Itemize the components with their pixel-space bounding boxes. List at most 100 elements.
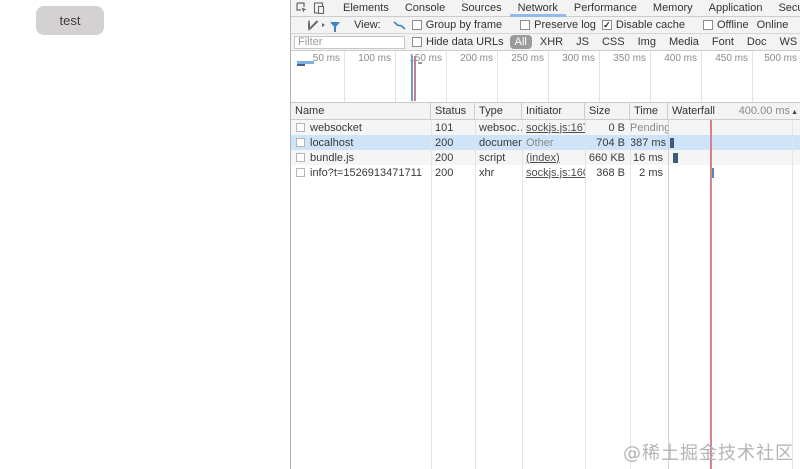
table-row-bundle-js[interactable]: bundle.js 200 script (index) 660 KB 16 m… bbox=[291, 150, 800, 165]
column-header-type[interactable]: Type bbox=[475, 103, 522, 119]
inspect-element-icon[interactable] bbox=[296, 2, 308, 14]
initiator-link[interactable]: sockjs.js:1679 bbox=[526, 122, 585, 134]
column-separator[interactable] bbox=[522, 120, 523, 469]
filter-type-doc[interactable]: Doc bbox=[742, 35, 772, 49]
preserve-log-label: Preserve log bbox=[534, 19, 596, 31]
test-button[interactable]: test bbox=[36, 6, 104, 35]
filter-type-ws[interactable]: WS bbox=[774, 35, 800, 49]
request-status: 200 bbox=[435, 166, 454, 179]
column-header-time[interactable]: Time bbox=[630, 103, 668, 119]
tab-elements[interactable]: Elements bbox=[335, 0, 397, 17]
request-size: 368 B bbox=[596, 166, 625, 179]
table-row-info[interactable]: info?t=1526913471711 200 xhr sockjs.js:1… bbox=[291, 165, 800, 180]
show-overview-icon[interactable] bbox=[393, 19, 406, 31]
tab-sources[interactable]: Sources bbox=[453, 0, 509, 17]
filter-input[interactable] bbox=[294, 35, 405, 49]
overview-tick-label: 450 ms bbox=[715, 53, 748, 64]
clear-icon[interactable] bbox=[308, 19, 310, 31]
tab-network[interactable]: Network bbox=[510, 0, 566, 17]
waterfall-cell bbox=[668, 120, 800, 135]
request-size: 0 B bbox=[608, 121, 625, 134]
column-separator[interactable] bbox=[668, 120, 669, 469]
filter-type-xhr[interactable]: XHR bbox=[535, 35, 568, 49]
tab-application[interactable]: Application bbox=[701, 0, 771, 17]
file-icon bbox=[296, 138, 305, 147]
request-initiator: sockjs.js:1601 bbox=[522, 167, 585, 179]
column-header-waterfall[interactable]: Waterfall 400.00 ms▲ bbox=[668, 103, 800, 119]
waterfall-cell bbox=[668, 150, 800, 165]
overview-tick-label: 200 ms bbox=[460, 53, 493, 64]
filter-type-all[interactable]: All bbox=[509, 35, 532, 49]
request-name: bundle.js bbox=[310, 151, 355, 164]
waterfall-bar bbox=[670, 137, 674, 148]
tab-security[interactable]: Security bbox=[770, 0, 800, 17]
initiator-link[interactable]: (index) bbox=[526, 152, 560, 164]
request-type: document bbox=[479, 136, 522, 149]
column-separator[interactable] bbox=[630, 120, 631, 469]
dom-content-loaded-line bbox=[411, 56, 413, 101]
devtools-panel: Elements Console Sources Network Perform… bbox=[290, 0, 800, 469]
waterfall-cell bbox=[668, 165, 800, 180]
watermark-text: @稀土掘金技术社区 bbox=[623, 443, 794, 464]
tab-console[interactable]: Console bbox=[397, 0, 453, 17]
waterfall-cell bbox=[668, 135, 800, 150]
filter-type-img[interactable]: Img bbox=[633, 35, 661, 49]
request-status: 101 bbox=[435, 121, 454, 134]
filter-icon[interactable] bbox=[330, 22, 340, 32]
column-separator[interactable] bbox=[431, 120, 432, 469]
request-type: script bbox=[479, 151, 506, 164]
group-by-frame-label: Group by frame bbox=[425, 19, 503, 31]
device-toolbar-icon[interactable] bbox=[313, 2, 325, 14]
tab-performance[interactable]: Performance bbox=[566, 0, 645, 17]
table-row-localhost[interactable]: localhost 200 document Other 704 B 387 m… bbox=[291, 135, 800, 150]
web-page-area: test bbox=[0, 0, 290, 469]
overview-tick-label: 400 ms bbox=[664, 53, 697, 64]
initiator-link[interactable]: sockjs.js:1601 bbox=[526, 167, 585, 179]
table-row-websocket[interactable]: websocket 101 websoc… sockjs.js:1679 0 B… bbox=[291, 120, 800, 135]
column-header-size[interactable]: Size bbox=[585, 103, 630, 119]
disable-cache-checkbox[interactable]: ✓ bbox=[601, 20, 612, 30]
request-status: 200 bbox=[435, 151, 454, 164]
hide-data-urls-checkbox[interactable] bbox=[412, 37, 422, 47]
overview-request-dash bbox=[418, 62, 422, 64]
filter-type-css[interactable]: CSS bbox=[597, 35, 630, 49]
waterfall-label: Waterfall bbox=[672, 105, 715, 117]
waterfall-axis-label: 400.00 ms bbox=[738, 105, 791, 117]
waterfall-axis: 400.00 ms▲ bbox=[739, 105, 798, 119]
overview-request-bar bbox=[297, 64, 305, 66]
filter-type-media[interactable]: Media bbox=[664, 35, 704, 49]
disable-cache-label: Disable cache bbox=[615, 19, 685, 31]
overview-tick-label: 350 ms bbox=[613, 53, 646, 64]
overview-tick-label: 300 ms bbox=[562, 53, 595, 64]
sort-ascending-icon: ▲ bbox=[791, 109, 798, 116]
view-label: View: bbox=[354, 19, 381, 31]
hide-data-urls-label: Hide data URLs bbox=[426, 36, 504, 48]
network-filterbar: Hide data URLs All XHR JS CSS Img Media … bbox=[291, 34, 800, 51]
requests-table: Name Status Type Initiator Size Time Wat… bbox=[291, 103, 800, 469]
request-time: Pending bbox=[630, 121, 668, 134]
column-header-initiator[interactable]: Initiator bbox=[522, 103, 585, 119]
throttling-dropdown[interactable]: Online bbox=[757, 19, 789, 31]
network-overview-timeline[interactable]: 50 ms 100 ms 150 ms 200 ms 250 ms 300 ms… bbox=[291, 51, 800, 103]
file-icon bbox=[296, 168, 305, 177]
tab-memory[interactable]: Memory bbox=[645, 0, 701, 17]
request-name: localhost bbox=[310, 136, 354, 149]
load-event-line bbox=[414, 56, 416, 101]
column-separator[interactable] bbox=[475, 120, 476, 469]
offline-checkbox[interactable] bbox=[702, 20, 713, 30]
request-time: 387 ms bbox=[630, 136, 667, 149]
column-header-name[interactable]: Name bbox=[291, 103, 431, 119]
preserve-log-checkbox[interactable] bbox=[520, 20, 531, 30]
column-separator[interactable] bbox=[585, 120, 586, 469]
request-time: 2 ms bbox=[639, 166, 663, 179]
filter-type-js[interactable]: JS bbox=[571, 35, 594, 49]
column-header-status[interactable]: Status bbox=[431, 103, 475, 119]
waterfall-tick-line bbox=[792, 120, 793, 469]
request-initiator: (index) bbox=[522, 152, 585, 164]
overview-tick-label: 250 ms bbox=[511, 53, 544, 64]
request-name: websocket bbox=[310, 121, 362, 134]
group-by-frame-checkbox[interactable] bbox=[411, 20, 422, 30]
file-icon bbox=[296, 153, 305, 162]
filter-type-font[interactable]: Font bbox=[707, 35, 739, 49]
overview-tick-label: 500 ms bbox=[764, 53, 797, 64]
